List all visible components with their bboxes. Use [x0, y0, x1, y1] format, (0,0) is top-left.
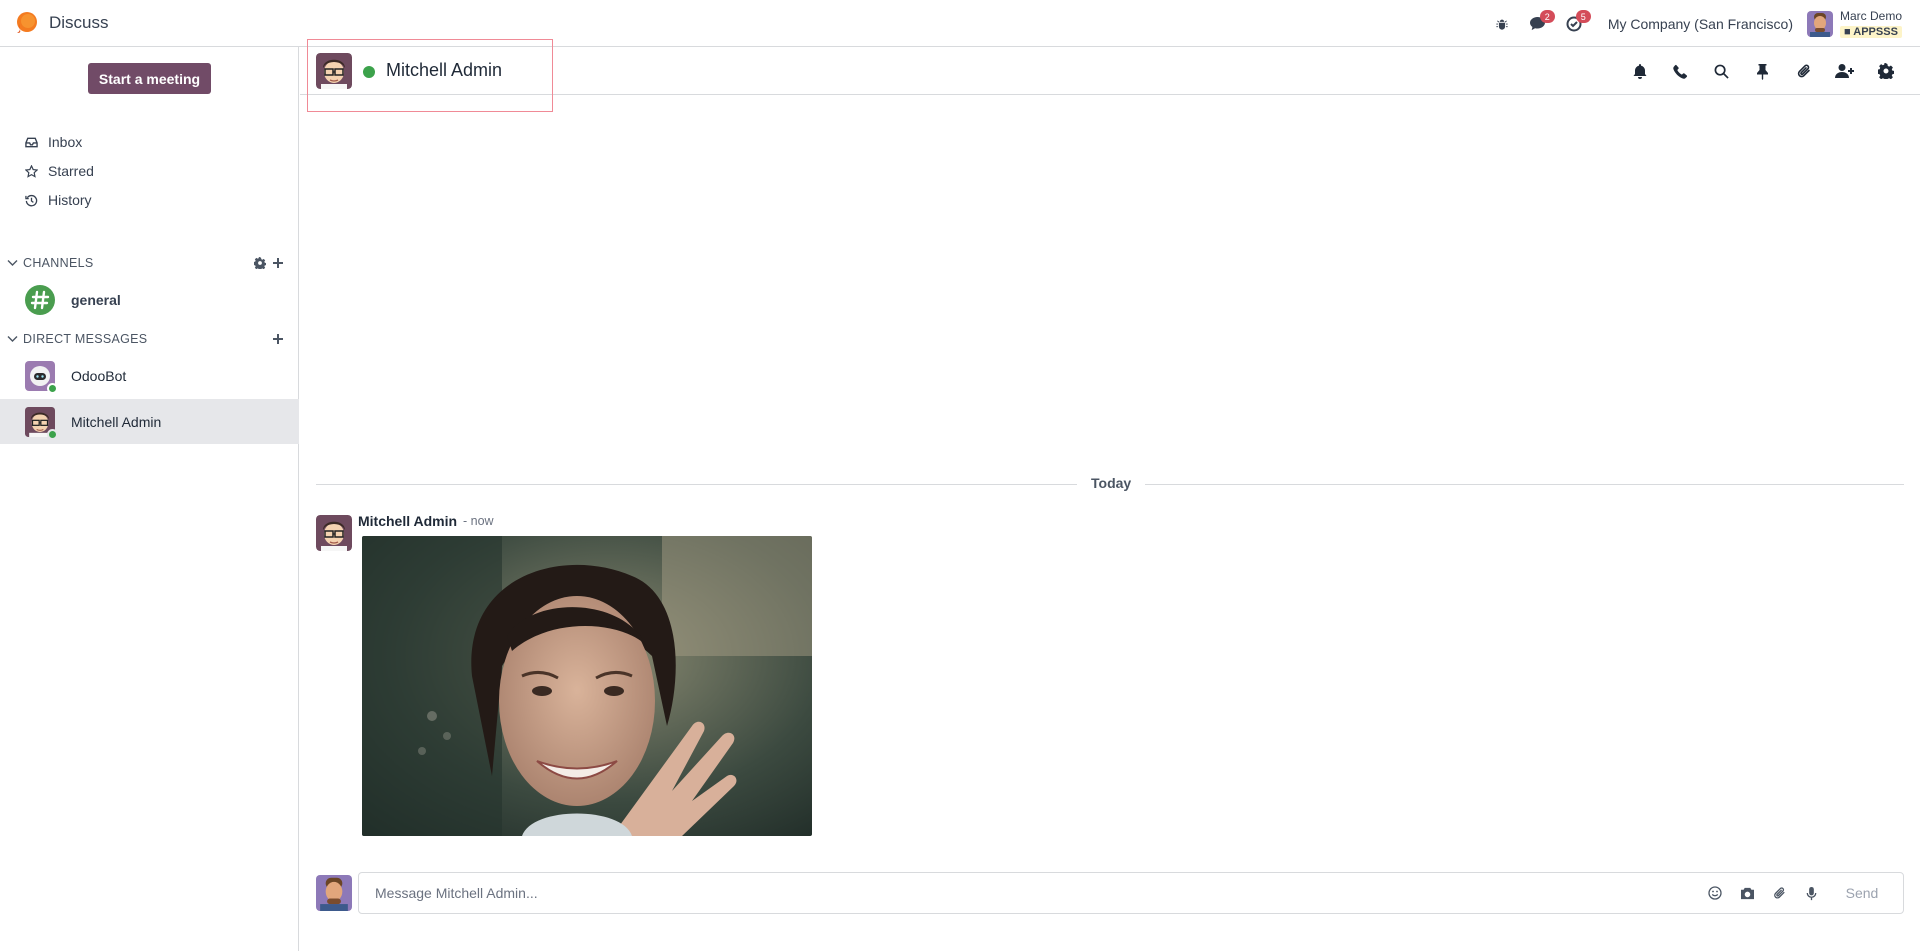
- online-status-icon: [47, 428, 58, 440]
- star-icon: [25, 164, 38, 178]
- database-name: APPSSS: [1853, 25, 1898, 38]
- search-messages-button[interactable]: [1701, 47, 1742, 95]
- sidebar-item-history[interactable]: History: [25, 192, 92, 208]
- dm-name: OdooBot: [71, 367, 127, 384]
- top-navbar: Discuss 2 5 My Company (San Francisco) M…: [0, 0, 1920, 47]
- sidebar-item-channel-general[interactable]: general: [0, 277, 299, 322]
- online-status-icon: [363, 66, 375, 78]
- gear-icon: [1877, 63, 1894, 79]
- start-call-button[interactable]: [1660, 47, 1701, 95]
- pinned-messages-button[interactable]: [1742, 47, 1783, 95]
- thread-settings-button[interactable]: [1865, 47, 1906, 95]
- company-switcher[interactable]: My Company (San Francisco): [1608, 16, 1793, 32]
- phone-icon: [1673, 64, 1688, 79]
- add-channel-plus-icon[interactable]: [272, 257, 284, 269]
- channel-settings-gear-icon[interactable]: [254, 257, 266, 269]
- attachments-button[interactable]: [1783, 47, 1824, 95]
- hashtag-icon: [30, 290, 50, 309]
- thread-avatar[interactable]: [316, 53, 352, 89]
- user-name: Marc Demo: [1839, 8, 1902, 23]
- start-meeting-button[interactable]: Start a meeting: [88, 63, 211, 94]
- channel-name: general: [71, 291, 121, 308]
- paperclip-icon: [1797, 64, 1810, 78]
- message-image-attachment[interactable]: [362, 536, 812, 836]
- online-status-icon: [47, 382, 58, 394]
- send-button[interactable]: Send: [1827, 873, 1897, 913]
- sidebar-item-dm-odoobot[interactable]: OdooBot: [0, 353, 299, 398]
- camera-button[interactable]: [1731, 873, 1763, 913]
- user-avatar: [1806, 10, 1833, 37]
- inbox-icon: [25, 137, 38, 148]
- emoji-button[interactable]: [1699, 873, 1731, 913]
- messages-badge: 2: [1539, 10, 1555, 23]
- smiley-icon: [1708, 886, 1722, 900]
- channel-avatar: [25, 284, 55, 315]
- history-icon: [25, 194, 38, 206]
- sidebar-item-inbox[interactable]: Inbox: [25, 134, 82, 150]
- activities-menu-icon[interactable]: 5: [1556, 0, 1592, 47]
- sidebar-item-starred[interactable]: Starred: [25, 163, 94, 179]
- direct-messages-section-header[interactable]: DIRECT MESSAGES: [0, 329, 299, 349]
- add-direct-message-plus-icon[interactable]: [272, 333, 284, 345]
- dm-name: Mitchell Admin: [71, 413, 162, 430]
- activities-badge: 5: [1575, 10, 1591, 23]
- channels-label: CHANNELS: [23, 256, 94, 270]
- pin-icon: [1757, 63, 1768, 80]
- add-user-icon: [1834, 64, 1854, 78]
- app-name: Discuss: [49, 13, 109, 32]
- mitchell-admin-avatar: [25, 406, 58, 440]
- database-badge: ■ APPSSS: [1839, 25, 1902, 38]
- app-brand[interactable]: Discuss: [15, 12, 109, 34]
- bell-icon: [1633, 63, 1646, 79]
- sidebar-item-dm-mitchell-admin[interactable]: Mitchell Admin: [0, 399, 299, 444]
- date-separator-label: Today: [1077, 475, 1146, 491]
- sidebar-item-label: Inbox: [48, 134, 83, 150]
- channels-section-header[interactable]: CHANNELS: [0, 253, 299, 273]
- composer-user-avatar: [316, 875, 352, 911]
- paperclip-icon: [1773, 887, 1785, 899]
- camera-icon: [1740, 887, 1754, 899]
- thread-header: Mitchell Admin: [300, 39, 1920, 112]
- chevron-down-icon: [7, 260, 18, 266]
- sidebar-item-label: Starred: [48, 163, 94, 179]
- microphone-icon: [1806, 886, 1816, 900]
- voice-message-button[interactable]: [1795, 873, 1827, 913]
- message-date: - now: [463, 514, 494, 528]
- direct-messages-label: DIRECT MESSAGES: [23, 332, 148, 346]
- thread-name[interactable]: Mitchell Admin: [386, 60, 502, 81]
- discuss-sidebar: Start a meeting Inbox Starred History CH…: [0, 47, 299, 951]
- message-author[interactable]: Mitchell Admin: [358, 513, 457, 529]
- debug-icon[interactable]: [1484, 0, 1520, 47]
- odoobot-avatar: [25, 360, 58, 394]
- message-author-avatar[interactable]: [316, 515, 352, 551]
- chevron-down-icon: [7, 336, 18, 342]
- messages-menu-icon[interactable]: 2: [1520, 0, 1556, 47]
- discuss-logo-icon: [17, 12, 37, 33]
- sidebar-item-label: History: [48, 192, 92, 208]
- attach-file-button[interactable]: [1763, 873, 1795, 913]
- message-composer: Send: [358, 872, 1904, 914]
- search-icon: [1714, 64, 1729, 79]
- notification-settings-button[interactable]: [1619, 47, 1660, 95]
- user-menu[interactable]: Marc Demo ■ APPSSS: [1806, 8, 1902, 39]
- message-input[interactable]: [359, 885, 1699, 901]
- add-users-button[interactable]: [1824, 47, 1865, 95]
